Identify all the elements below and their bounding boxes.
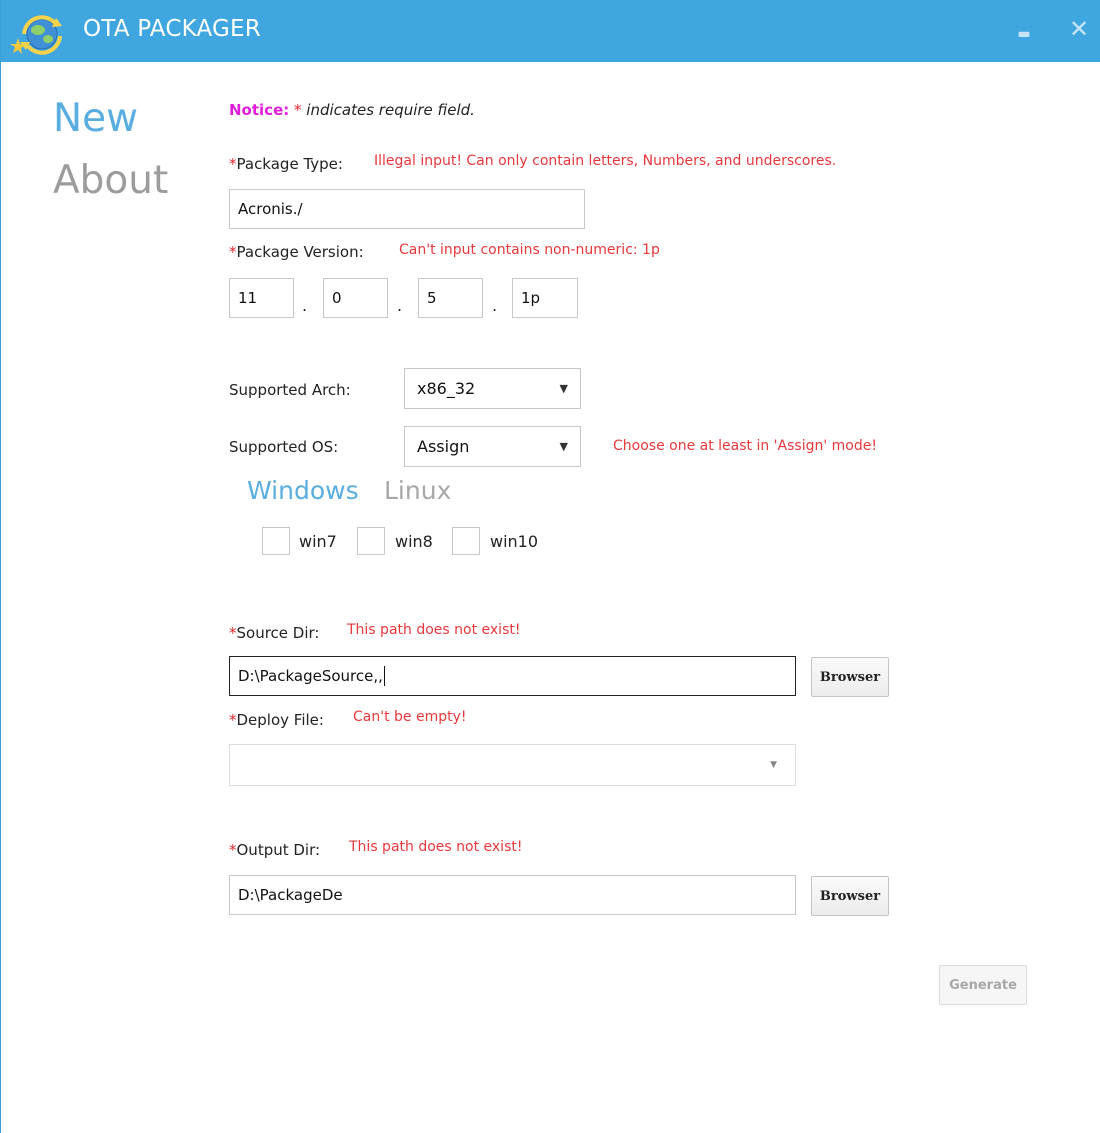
version-separator: .	[302, 296, 308, 315]
required-mark: *	[229, 155, 237, 173]
version-major-input[interactable]: 11	[229, 278, 294, 318]
nav-item-new[interactable]: New	[53, 96, 138, 141]
supported-os-value: Assign	[417, 437, 470, 456]
deploy-file-error: Can't be empty!	[353, 709, 467, 725]
source-dir-value: D:\PackageSource,,	[238, 667, 383, 685]
package-type-value: Acronis./	[238, 200, 303, 218]
source-dir-error: This path does not exist!	[347, 622, 521, 638]
source-dir-label: *Source Dir:	[229, 624, 319, 642]
required-mark: *	[229, 841, 237, 859]
output-dir-value: D:\PackageDe	[238, 886, 343, 904]
required-star: *	[294, 101, 302, 119]
minimize-icon: ▬	[1017, 26, 1031, 42]
supported-arch-value: x86_32	[417, 379, 476, 398]
close-icon: ✕	[1068, 15, 1090, 43]
deploy-file-select[interactable]: ▼	[229, 744, 796, 786]
checkbox-win10[interactable]	[452, 527, 480, 555]
required-mark: *	[229, 243, 237, 261]
package-version-error: Can't input contains non-numeric: 1p	[399, 242, 660, 258]
version-minor-input[interactable]: 0	[323, 278, 388, 318]
notice-text: indicates require field.	[306, 101, 475, 119]
os-tab-linux[interactable]: Linux	[384, 476, 451, 505]
checkbox-label-win8: win8	[395, 532, 433, 551]
output-dir-browse-button[interactable]: Browser	[811, 876, 889, 916]
supported-arch-label: Supported Arch:	[229, 381, 351, 399]
app-window: OTA PACKAGER ▬ ✕ New About Notice: * ind…	[0, 0, 1100, 1133]
app-logo-icon	[10, 15, 62, 55]
required-mark: *	[229, 624, 237, 642]
version-major-value: 11	[238, 289, 258, 307]
window-title: OTA PACKAGER	[83, 16, 261, 42]
triangle-down-icon: ▼	[770, 760, 777, 770]
output-dir-label: *Output Dir:	[229, 841, 320, 859]
notice-label: Notice:	[229, 101, 290, 119]
package-type-error: Illegal input! Can only contain letters,…	[374, 153, 837, 169]
close-button[interactable]: ✕	[1067, 14, 1091, 44]
checkbox-win7[interactable]	[262, 527, 290, 555]
supported-os-error: Choose one at least in 'Assign' mode!	[613, 438, 877, 454]
source-dir-browse-button[interactable]: Browser	[811, 657, 889, 697]
notice-line: Notice: * indicates require field.	[229, 101, 475, 119]
version-minor-value: 0	[332, 289, 342, 307]
package-version-label-text: Package Version:	[236, 243, 364, 261]
package-type-label-text: Package Type:	[236, 155, 343, 173]
checkbox-label-win10: win10	[490, 532, 539, 551]
generate-button[interactable]: Generate	[939, 965, 1027, 1005]
supported-os-select[interactable]: Assign ▼	[404, 426, 581, 467]
text-caret	[383, 666, 385, 686]
supported-os-label: Supported OS:	[229, 438, 339, 456]
version-revision-input[interactable]: 1p	[512, 278, 578, 318]
version-separator: .	[492, 296, 498, 315]
minimize-button[interactable]: ▬	[1014, 20, 1034, 44]
version-build-value: 5	[427, 289, 437, 307]
checkbox-label-win7: win7	[299, 532, 337, 551]
version-build-input[interactable]: 5	[418, 278, 483, 318]
triangle-down-icon: ▼	[559, 440, 568, 453]
package-version-label: *Package Version:	[229, 243, 364, 261]
checkbox-win8[interactable]	[357, 527, 385, 555]
deploy-file-label-text: Deploy File:	[236, 711, 324, 729]
os-tab-windows[interactable]: Windows	[247, 476, 359, 505]
triangle-down-icon: ▼	[559, 382, 568, 395]
source-dir-input[interactable]: D:\PackageSource,,	[229, 656, 796, 696]
output-dir-label-text: Output Dir:	[236, 841, 321, 859]
nav-item-about[interactable]: About	[53, 158, 168, 203]
title-bar[interactable]: OTA PACKAGER ▬ ✕	[1, 0, 1100, 62]
source-dir-label-text: Source Dir:	[236, 624, 320, 642]
output-dir-input[interactable]: D:\PackageDe	[229, 875, 796, 915]
package-type-label: *Package Type:	[229, 155, 343, 173]
output-dir-error: This path does not exist!	[349, 839, 523, 855]
version-revision-value: 1p	[521, 289, 541, 307]
supported-arch-select[interactable]: x86_32 ▼	[404, 368, 581, 409]
required-mark: *	[229, 711, 237, 729]
package-type-input[interactable]: Acronis./	[229, 189, 585, 229]
deploy-file-label: *Deploy File:	[229, 711, 324, 729]
version-separator: .	[397, 296, 403, 315]
